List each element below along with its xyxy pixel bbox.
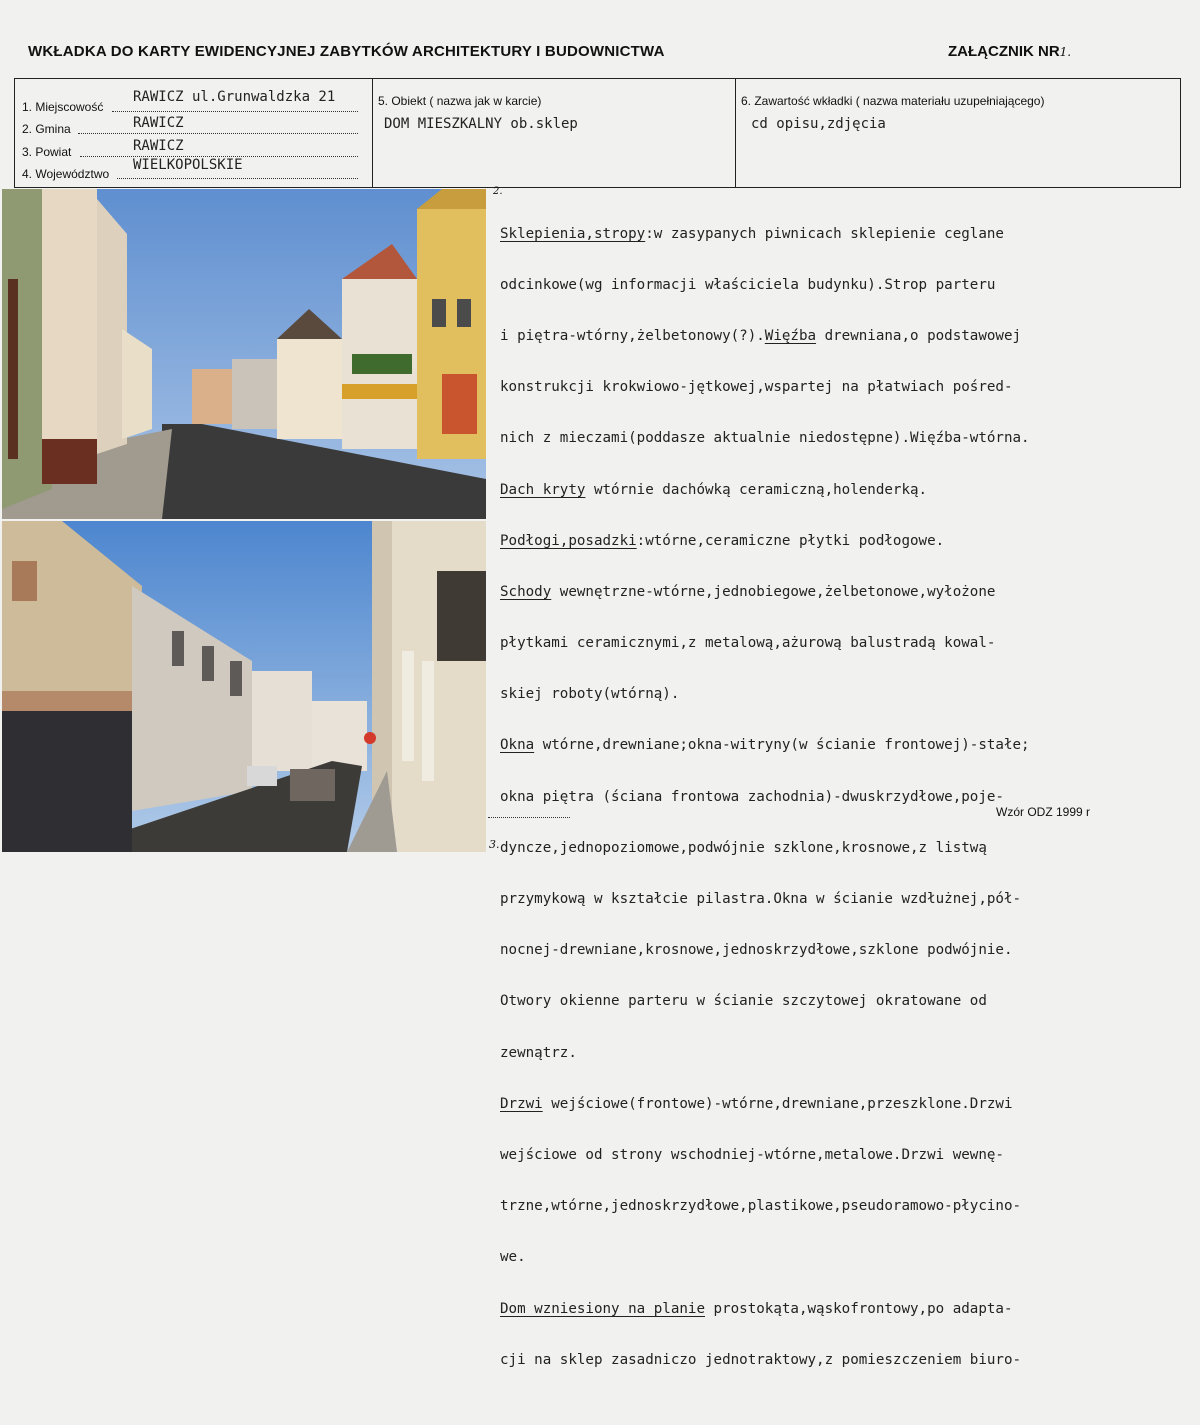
description-text-span: wejściowe(frontowe)-wtórne,drewniane,prz…	[542, 1095, 1013, 1112]
description-line: wejściowe od strony wschodniej-wtórne,me…	[500, 1146, 1004, 1163]
photo-side-view-image	[2, 521, 486, 852]
document-title: WKŁADKA DO KARTY EWIDENCYJNEJ ZABYTKÓW A…	[28, 43, 665, 60]
description-line: i piętra-wtórny,żelbetonowy(?).Więźba dr…	[500, 324, 1190, 350]
description-line: Okna wtórne,drewniane;okna-witryny(w ści…	[500, 733, 1190, 759]
fields-bottom-rule	[14, 187, 1180, 188]
record-card-insert: WKŁADKA DO KARTY EWIDENCYJNEJ ZABYTKÓW A…	[0, 0, 1200, 1368]
heading-floors: Podłogi,posadzki	[500, 532, 637, 549]
description-line: trzne,wtórne,jednoskrzydłowe,plastikowe,…	[500, 1198, 1022, 1215]
field-county-value: RAWICZ	[133, 138, 184, 154]
field-county-label: 3. Powiat	[22, 145, 72, 159]
description-line: Dom wzniesiony na planie prostokąta,wąsk…	[500, 1297, 1190, 1323]
field-voivodeship-label: 4. Województwo	[22, 167, 110, 181]
field-voivodeship-value: WIELKOPOLSKIE	[133, 157, 243, 173]
field-locality-label: 1. Miejscowość	[22, 100, 104, 114]
frame-right-border	[1180, 78, 1181, 188]
page-number-bottom: 3.	[489, 838, 500, 851]
description-line: dyncze,jednopoziomowe,podwójnie szklone,…	[500, 839, 987, 856]
heading-plan: Dom wzniesiony na planie	[500, 1300, 705, 1317]
heading-windows: Okna	[500, 737, 535, 754]
field-locality-dots	[112, 111, 358, 112]
photo-side-view	[2, 521, 486, 852]
description-line: we.	[500, 1249, 526, 1266]
description-line: Sklepienia,stropy:w zasypanych piwnicach…	[500, 222, 1190, 248]
description-line: Podłogi,posadzki:wtórne,ceramiczne płytk…	[500, 529, 1190, 555]
header-rule	[14, 78, 1180, 79]
field-contents-label: 6. Zawartość wkładki ( nazwa materiału u…	[741, 94, 1045, 108]
field-object-label: 5. Obiekt ( nazwa jak w karcie)	[378, 94, 542, 108]
field-locality-value: RAWICZ ul.Grunwaldzka 21	[133, 89, 336, 105]
heading-vaults-ceilings: Sklepienia,stropy	[500, 225, 646, 242]
description-line: nocnej-drewniane,krosnowe,jednoskrzydłow…	[500, 942, 1013, 959]
description-line: odcinkowe(wg informacji właściciela budy…	[500, 276, 996, 293]
form-template-label: Wzór ODZ 1999 r	[996, 805, 1091, 819]
heading-stairs: Schody	[500, 583, 552, 600]
column-divider-2	[735, 78, 736, 188]
field-commune: 2. Gmina	[22, 122, 71, 136]
footer-dotted-line	[488, 817, 570, 818]
description-text-span: i piętra-wtórny,żelbetonowy(?).	[500, 327, 765, 344]
description-line: płytkami ceramicznymi,z metalową,ażurową…	[500, 635, 996, 652]
heading-doors: Drzwi	[500, 1095, 543, 1112]
field-voivodeship: 4. Województwo	[22, 167, 109, 181]
heading-roof-truss: Więźba	[764, 327, 817, 344]
description-text-span: wtórne,drewniane;okna-witryny(w ścianie …	[534, 737, 1030, 754]
photo-street-view-image	[2, 189, 486, 519]
field-commune-value: RAWICZ	[133, 115, 184, 131]
field-contents-value: cd opisu,zdjęcia	[751, 116, 886, 132]
description-line: Otwory okienne parteru w ścianie szczyto…	[500, 993, 987, 1010]
description-text-span: :w zasypanych piwnicach sklepienie cegla…	[645, 225, 1004, 242]
annex-number: 1.	[1059, 45, 1072, 59]
column-divider-1	[372, 78, 373, 188]
photo-street-view	[2, 189, 486, 519]
description-text-span: wewnętrzne-wtórne,jednobiegowe,żelbetono…	[551, 583, 996, 600]
annex-label: ZAŁĄCZNIK NR1.	[948, 43, 1071, 60]
description-line: Dach kryty wtórnie dachówką ceramiczną,h…	[500, 478, 1190, 504]
description-text-span: wtórnie dachówką ceramiczną,holenderką.	[585, 481, 928, 498]
description-text-span: drewniana,o podstawowej	[816, 327, 1022, 344]
description-line: zewnątrz.	[500, 1044, 577, 1061]
description-text-span: :wtórne,ceramiczne płytki podłogowe.	[636, 532, 945, 549]
heading-roof-covering: Dach kryty	[500, 481, 586, 498]
description-line: nich z mieczami(poddasze aktualnie niedo…	[500, 430, 1030, 447]
field-voivodeship-dots	[117, 178, 358, 179]
field-county: 3. Powiat	[22, 145, 71, 159]
description-line: konstrukcji krokwiowo-jętkowej,wspartej …	[500, 379, 1013, 396]
description-line: skiej roboty(wtórną).	[500, 686, 680, 703]
frame-left-border	[14, 78, 15, 188]
annex-label-text: ZAŁĄCZNIK NR	[948, 43, 1060, 60]
field-object-value: DOM MIESZKALNY ob.sklep	[384, 116, 578, 132]
description-line: cji na sklep zasadniczo jednotraktowy,z …	[500, 1351, 1022, 1368]
field-locality: 1. Miejscowość	[22, 100, 103, 114]
field-commune-label: 2. Gmina	[22, 122, 71, 136]
description-line: przymykową w kształcie pilastra.Okna w ś…	[500, 891, 1022, 908]
description-line: Drzwi wejściowe(frontowe)-wtórne,drewnia…	[500, 1092, 1190, 1118]
description-line: Schody wewnętrzne-wtórne,jednobiegowe,że…	[500, 580, 1190, 606]
description-text-span: prostokąta,wąskofrontowy,po adapta-	[705, 1300, 1013, 1317]
field-commune-dots	[78, 133, 358, 134]
